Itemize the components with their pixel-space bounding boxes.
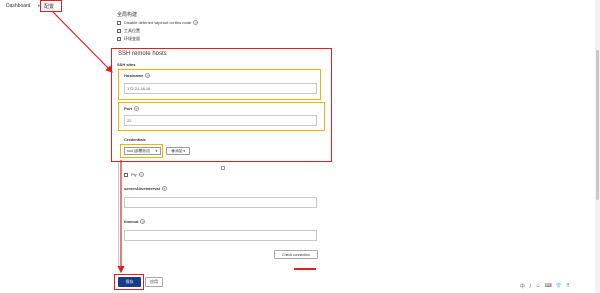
option-label: 环境变量 (124, 36, 140, 41)
ssh-sites-label: SSH sites (117, 62, 136, 67)
port-value: 22 (127, 118, 132, 123)
port-label: Port ? (124, 106, 139, 111)
server-alive-label-text: serverAliveInterval (124, 186, 160, 191)
credentials-label: Credentials (124, 137, 146, 142)
ime-moon-icon[interactable]: ﾉ (529, 283, 532, 290)
timeout-label: timeout ? (124, 219, 146, 224)
global-section-title: 全局构建 (117, 12, 138, 18)
apply-button[interactable]: 应用 (145, 277, 163, 287)
scrollbar-thumb[interactable] (596, 50, 599, 200)
hostname-label-text: Hostname (124, 73, 144, 78)
checkbox[interactable] (117, 29, 121, 33)
option-label: Disable deferred wipeout on this node (124, 20, 192, 25)
timeout-input[interactable] (124, 230, 317, 241)
add-credentials-button[interactable]: ➕添加 ▾ (166, 147, 190, 155)
option-disable-deferred-wipeout[interactable]: Disable deferred wipeout on this node ? (117, 20, 199, 25)
checkbox[interactable] (117, 37, 121, 41)
option-pty[interactable]: Pty ? (124, 172, 144, 177)
server-alive-input[interactable] (124, 197, 317, 208)
checkbox[interactable] (124, 172, 128, 177)
help-icon[interactable]: ? (145, 73, 151, 78)
option-tool-locations[interactable]: 工具位置 (117, 28, 140, 34)
checkbox[interactable] (117, 20, 121, 25)
ime-emoji-icon[interactable]: ☺ (536, 283, 541, 290)
credentials-select[interactable]: root (部署测试) ▼ (124, 147, 161, 155)
chevron-down-icon: ▼ (155, 149, 158, 153)
hostname-label: Hostname ? (124, 73, 151, 78)
ssh-section-title: SSH remote hosts (118, 51, 167, 57)
help-icon[interactable]: ? (138, 172, 144, 177)
help-icon[interactable]: ? (134, 106, 139, 111)
delete-site-checkbox[interactable] (221, 166, 225, 170)
ime-skin-icon[interactable]: 👕 (556, 283, 562, 290)
section-divider (118, 162, 119, 267)
save-button[interactable]: 保存 (118, 277, 141, 287)
hostname-input[interactable]: 172.21.16.16 (124, 83, 317, 94)
ime-keyboard-icon[interactable]: ⌨ (545, 283, 552, 290)
option-env-vars[interactable]: 环境变量 (117, 36, 140, 42)
help-icon[interactable]: ? (140, 219, 146, 224)
port-input[interactable]: 22 (124, 115, 317, 126)
top-bar: Dashboard ▸ 配置 (0, 0, 600, 12)
timeout-label-text: timeout (124, 219, 139, 224)
ime-tray: 中 ﾉ ☺ ⌨ 👕 ⠿ (520, 283, 570, 290)
ime-chinese-icon[interactable]: 中 (520, 283, 525, 290)
arrow-to-ssh-section (51, 10, 113, 73)
help-icon[interactable]: ? (193, 20, 199, 25)
ime-grid-icon[interactable]: ⠿ (566, 283, 570, 290)
check-connection-button[interactable]: Check connection (274, 250, 318, 259)
port-label-text: Port (124, 106, 132, 111)
server-alive-label: serverAliveInterval ? (124, 186, 167, 191)
pty-label: Pty (131, 172, 137, 177)
credentials-value: root (部署测试) (127, 148, 151, 153)
red-annotation-mark (294, 268, 316, 270)
breadcrumb-highlight-box (40, 0, 62, 12)
hostname-value: 172.21.16.16 (127, 86, 151, 91)
breadcrumb-dashboard[interactable]: Dashboard (6, 3, 30, 9)
help-icon[interactable]: ? (161, 186, 167, 191)
option-label: 工具位置 (124, 28, 140, 33)
